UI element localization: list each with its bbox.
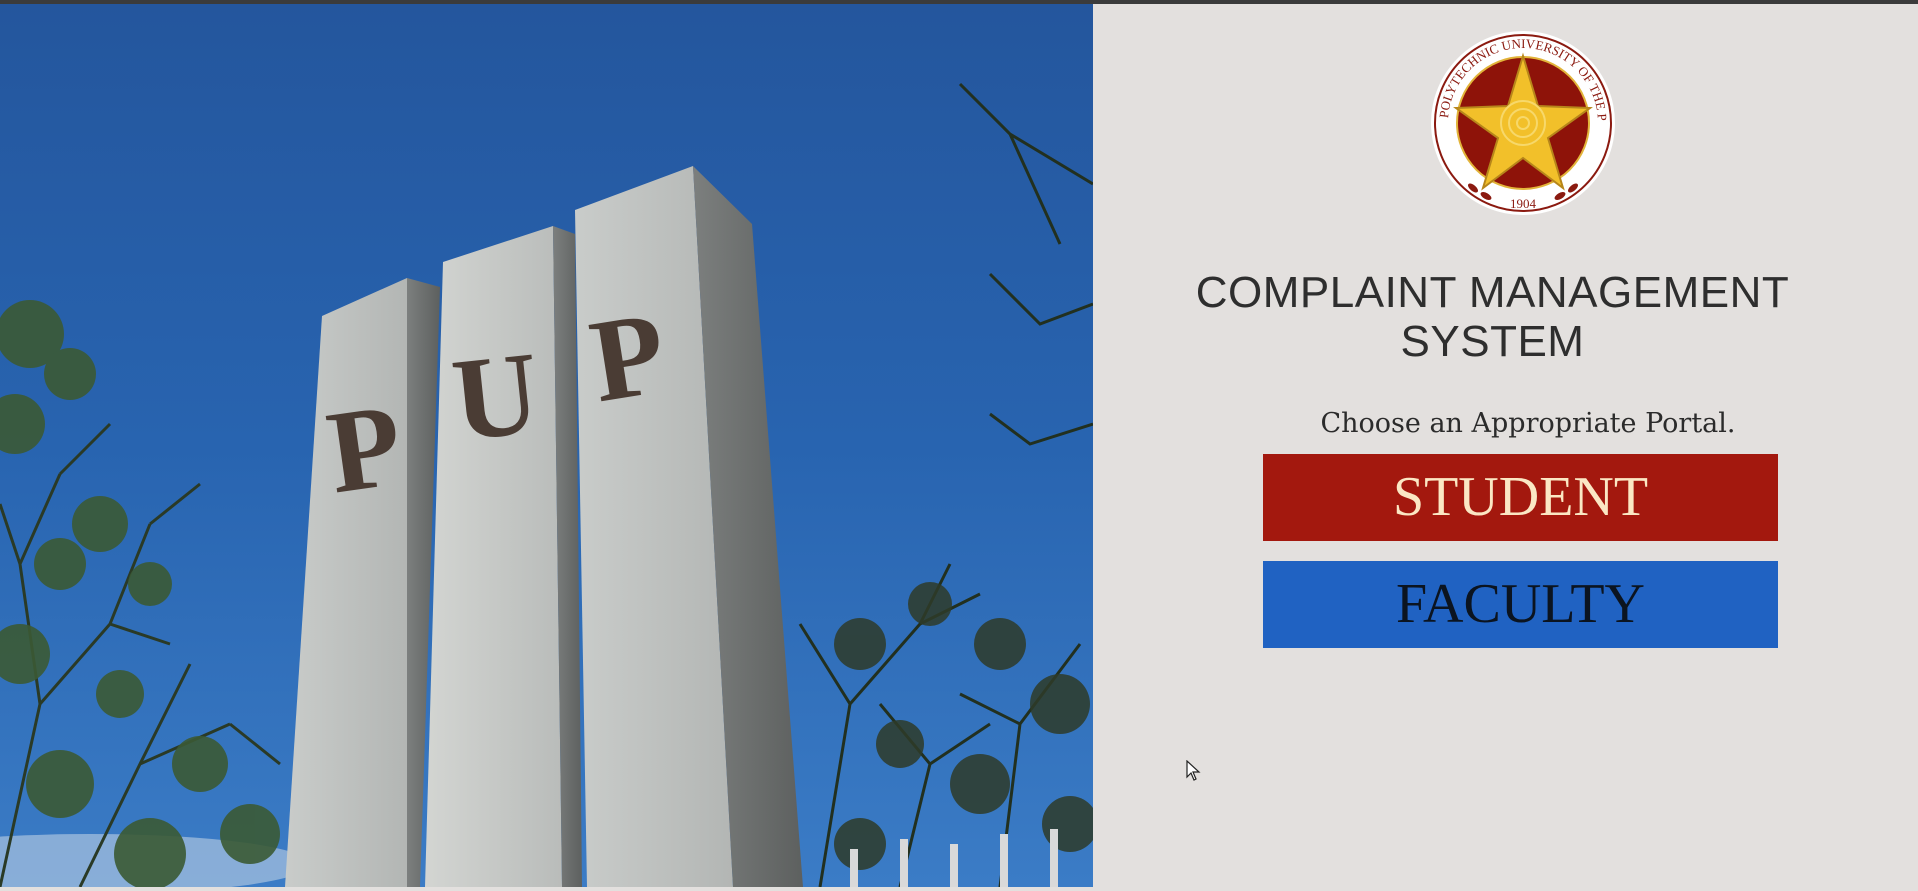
hero-photo: P U P [0,4,1093,887]
pillar-middle [425,226,562,887]
faculty-portal-button[interactable]: FACULTY [1263,561,1778,648]
student-portal-button[interactable]: STUDENT [1263,454,1778,541]
seal-year: 1904 [1510,196,1537,211]
page-title-line2: SYSTEM [1400,317,1585,366]
page-title-line1: COMPLAINT MANAGEMENT [1195,268,1790,317]
mouse-cursor-icon [1186,760,1201,781]
pup-pylon-illustration: P U P [0,4,1093,887]
page-title: COMPLAINT MANAGEMENT SYSTEM [1160,268,1825,366]
university-seal-icon: POLYTECHNIC UNIVERSITY OF THE PHILIPPINE… [1428,28,1615,215]
pylon-letter-u: U [447,327,545,466]
portal-prompt: Choose an Appropriate Portal. [1320,408,1736,439]
